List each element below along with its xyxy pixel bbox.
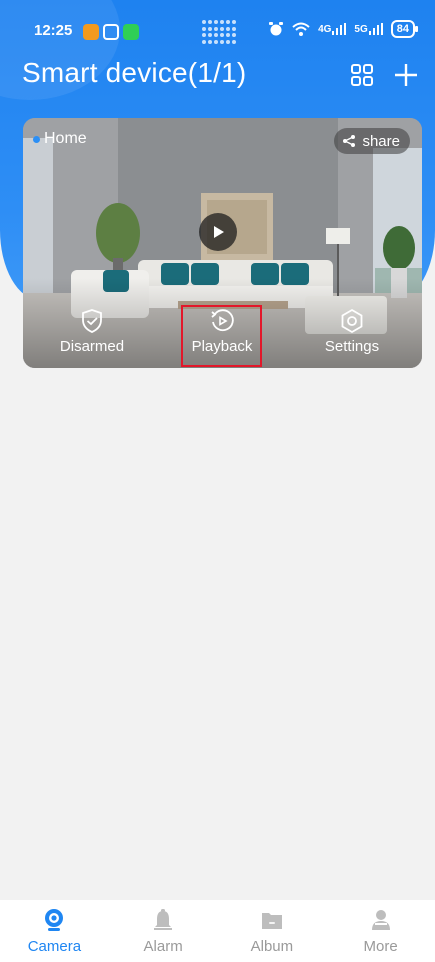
battery-indicator: 84	[390, 20, 419, 38]
camera-icon	[45, 909, 64, 931]
status-indicators: 4G 5G 84	[268, 20, 419, 38]
user-icon	[371, 910, 390, 930]
signal-bars-icon	[368, 23, 383, 35]
wifi-icon	[292, 22, 310, 36]
status-time: 12:25	[34, 22, 73, 39]
page-title: Smart device(1/1)	[22, 57, 247, 88]
share-label: share	[362, 132, 400, 150]
signal-bars-icon	[332, 23, 347, 35]
nav-camera-label: Camera	[27, 938, 82, 955]
device-name[interactable]: Home	[33, 130, 87, 148]
settings-button[interactable]: Settings	[297, 306, 407, 364]
nav-album[interactable]: Album	[218, 900, 327, 962]
gallery-app-icon	[103, 24, 119, 40]
nav-album-label: Album	[250, 938, 294, 955]
disarmed-label: Disarmed	[59, 338, 125, 355]
nav-more[interactable]: More	[326, 900, 435, 962]
shield-check-icon	[82, 309, 102, 333]
play-button[interactable]	[199, 213, 237, 251]
share-button[interactable]: share	[334, 128, 410, 154]
nav-more-label: More	[363, 938, 398, 955]
grid-layout-icon[interactable]	[347, 60, 377, 90]
playback-icon	[211, 309, 234, 332]
disarmed-button[interactable]: Disarmed	[37, 306, 147, 364]
playback-label: Playback	[191, 338, 253, 355]
nav-alarm-label: Alarm	[143, 938, 183, 955]
heart-app-icon	[83, 24, 99, 40]
bell-icon	[154, 909, 173, 930]
nav-alarm[interactable]: Alarm	[109, 900, 218, 962]
share-icon	[343, 135, 356, 147]
device-card[interactable]: Home share Disarmed Playback Settings	[23, 118, 422, 368]
signal-4g: 4G	[318, 23, 347, 35]
chat-app-icon	[123, 24, 139, 40]
status-bar: 12:25 4G 5G 84	[0, 18, 435, 48]
online-status-dot	[33, 135, 40, 143]
title-actions	[347, 60, 421, 90]
play-icon	[214, 226, 224, 238]
bottom-nav: Camera Alarm Album More	[0, 900, 435, 962]
playback-button[interactable]: Playback	[167, 306, 277, 364]
device-name-label: Home	[44, 130, 87, 147]
status-dots	[202, 20, 240, 44]
signal-5g-label: 5G	[354, 24, 368, 35]
folder-icon	[261, 913, 282, 929]
settings-icon	[341, 308, 363, 334]
add-device-icon[interactable]	[391, 60, 421, 90]
signal-4g-label: 4G	[318, 24, 332, 35]
nav-camera[interactable]: Camera	[0, 900, 109, 962]
alarm-clock-icon	[269, 22, 284, 36]
card-actions: Disarmed Playback Settings	[23, 306, 422, 364]
settings-label: Settings	[324, 338, 380, 355]
signal-5g: 5G	[354, 23, 383, 35]
